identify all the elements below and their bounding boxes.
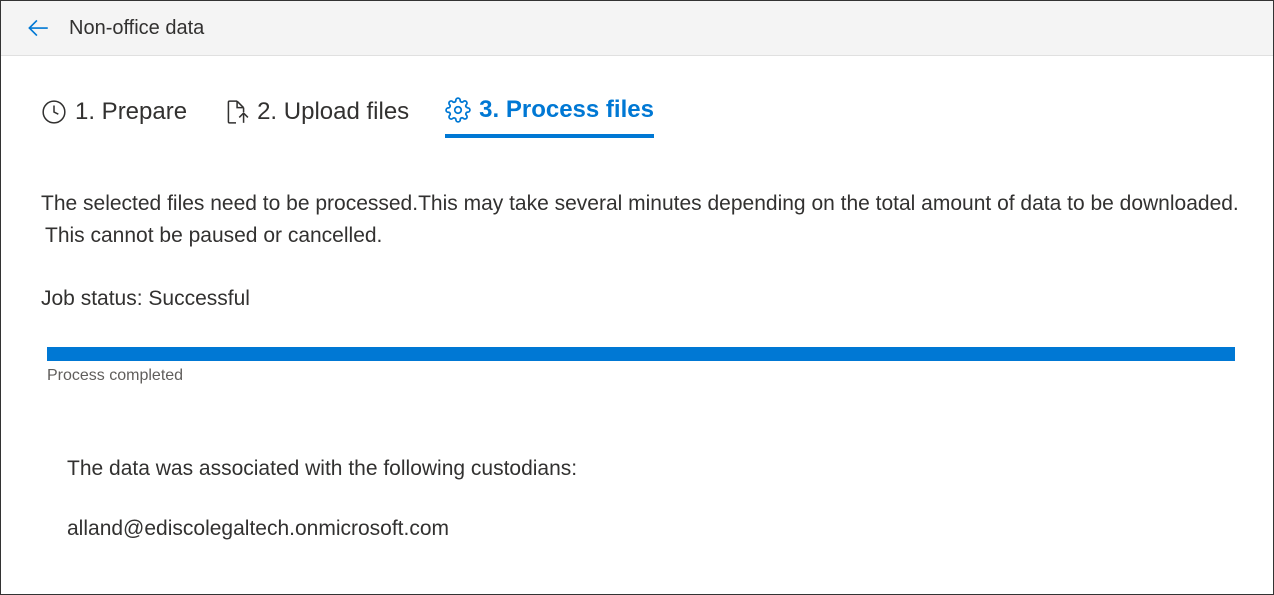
- progress-container: Process completed: [47, 347, 1235, 385]
- page-header: Non-office data: [1, 1, 1273, 56]
- tab-label: 1. Prepare: [75, 98, 187, 126]
- job-status: Job status: Successful: [41, 287, 1241, 311]
- description-line2: This cannot be paused or cancelled.: [45, 220, 1241, 252]
- tab-process-files[interactable]: 3. Process files: [445, 96, 654, 138]
- progress-bar: [47, 347, 1235, 361]
- back-arrow-icon[interactable]: [25, 15, 51, 41]
- custodians-section: The data was associated with the followi…: [67, 457, 1241, 541]
- custodian-email: alland@ediscolegaltech.onmicrosoft.com: [67, 517, 1241, 541]
- main-content: 1. Prepare 2. Upload files: [1, 56, 1273, 541]
- custodians-heading: The data was associated with the followi…: [67, 457, 1241, 481]
- gear-icon: [445, 97, 471, 123]
- page-title: Non-office data: [69, 17, 204, 40]
- description-text: The selected files need to be processed.…: [41, 188, 1241, 251]
- description-line1: The selected files need to be processed.…: [41, 188, 1241, 220]
- tabs-container: 1. Prepare 2. Upload files: [41, 96, 1241, 138]
- clock-icon: [41, 99, 67, 125]
- file-upload-icon: [223, 99, 249, 125]
- progress-label: Process completed: [47, 367, 1235, 385]
- tab-upload-files[interactable]: 2. Upload files: [223, 96, 409, 138]
- job-status-value: Successful: [148, 287, 250, 310]
- tab-label: 2. Upload files: [257, 98, 409, 126]
- tab-prepare[interactable]: 1. Prepare: [41, 96, 187, 138]
- job-status-label: Job status:: [41, 287, 143, 310]
- tab-label: 3. Process files: [479, 96, 654, 124]
